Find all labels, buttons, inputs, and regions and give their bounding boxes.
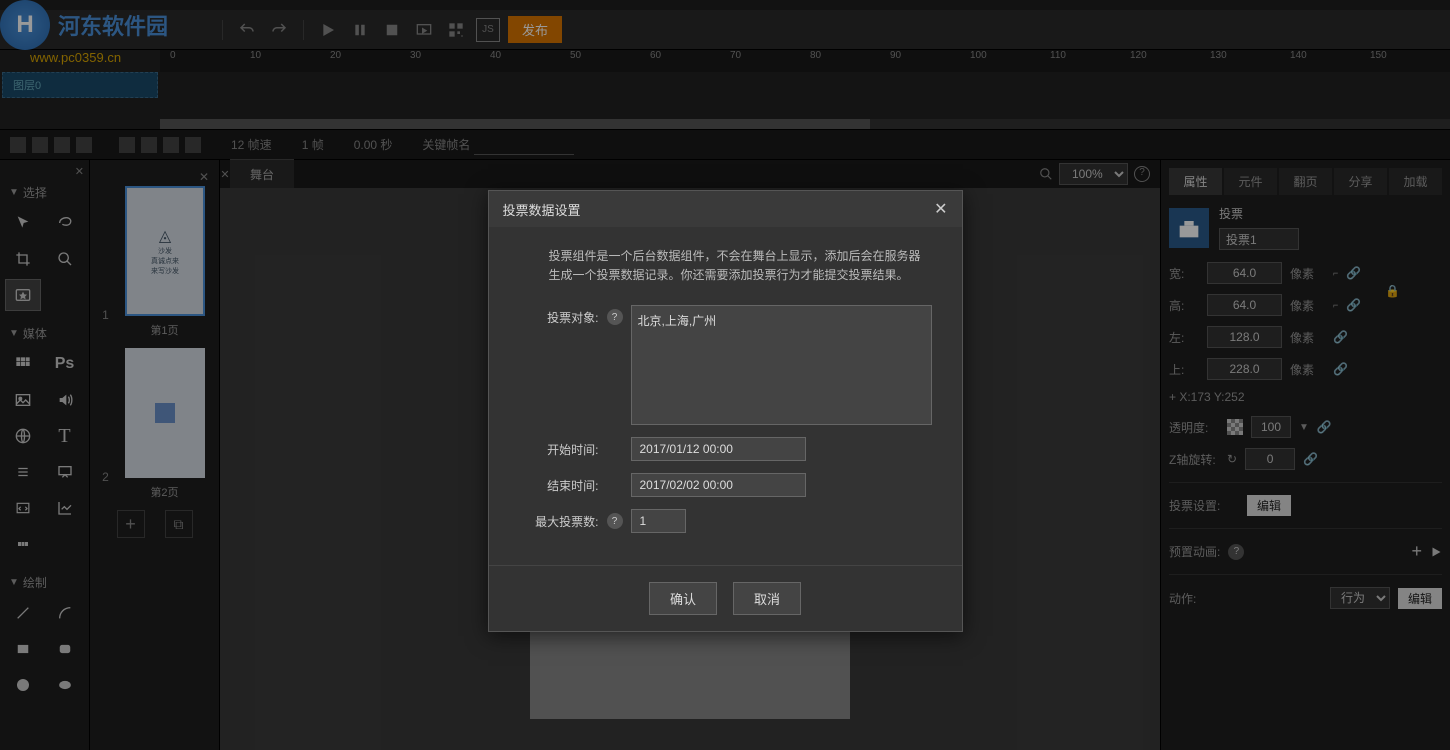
vote-target-help-icon[interactable]: ? [607, 309, 623, 325]
start-time-input[interactable] [631, 437, 806, 461]
max-votes-help-icon[interactable]: ? [607, 513, 623, 529]
modal-cancel-button[interactable]: 取消 [733, 582, 801, 615]
modal-close-button[interactable]: ✕ [934, 199, 947, 219]
vote-data-modal: 投票数据设置 ✕ 投票组件是一个后台数据组件，不会在舞台上显示，添加后会在服务器… [488, 190, 963, 632]
vote-target-label: 投票对象: [519, 305, 599, 326]
modal-ok-button[interactable]: 确认 [649, 582, 717, 615]
end-time-input[interactable] [631, 473, 806, 497]
end-time-label: 结束时间: [519, 473, 599, 494]
max-votes-label: 最大投票数: [519, 509, 599, 530]
vote-target-textarea[interactable]: 北京,上海,广州 [631, 305, 932, 425]
modal-description: 投票组件是一个后台数据组件，不会在舞台上显示，添加后会在服务器生成一个投票数据记… [519, 247, 932, 285]
modal-overlay: 投票数据设置 ✕ 投票组件是一个后台数据组件，不会在舞台上显示，添加后会在服务器… [0, 0, 1450, 750]
start-time-label: 开始时间: [519, 437, 599, 458]
max-votes-input[interactable] [631, 509, 686, 533]
modal-title: 投票数据设置 [503, 200, 581, 219]
